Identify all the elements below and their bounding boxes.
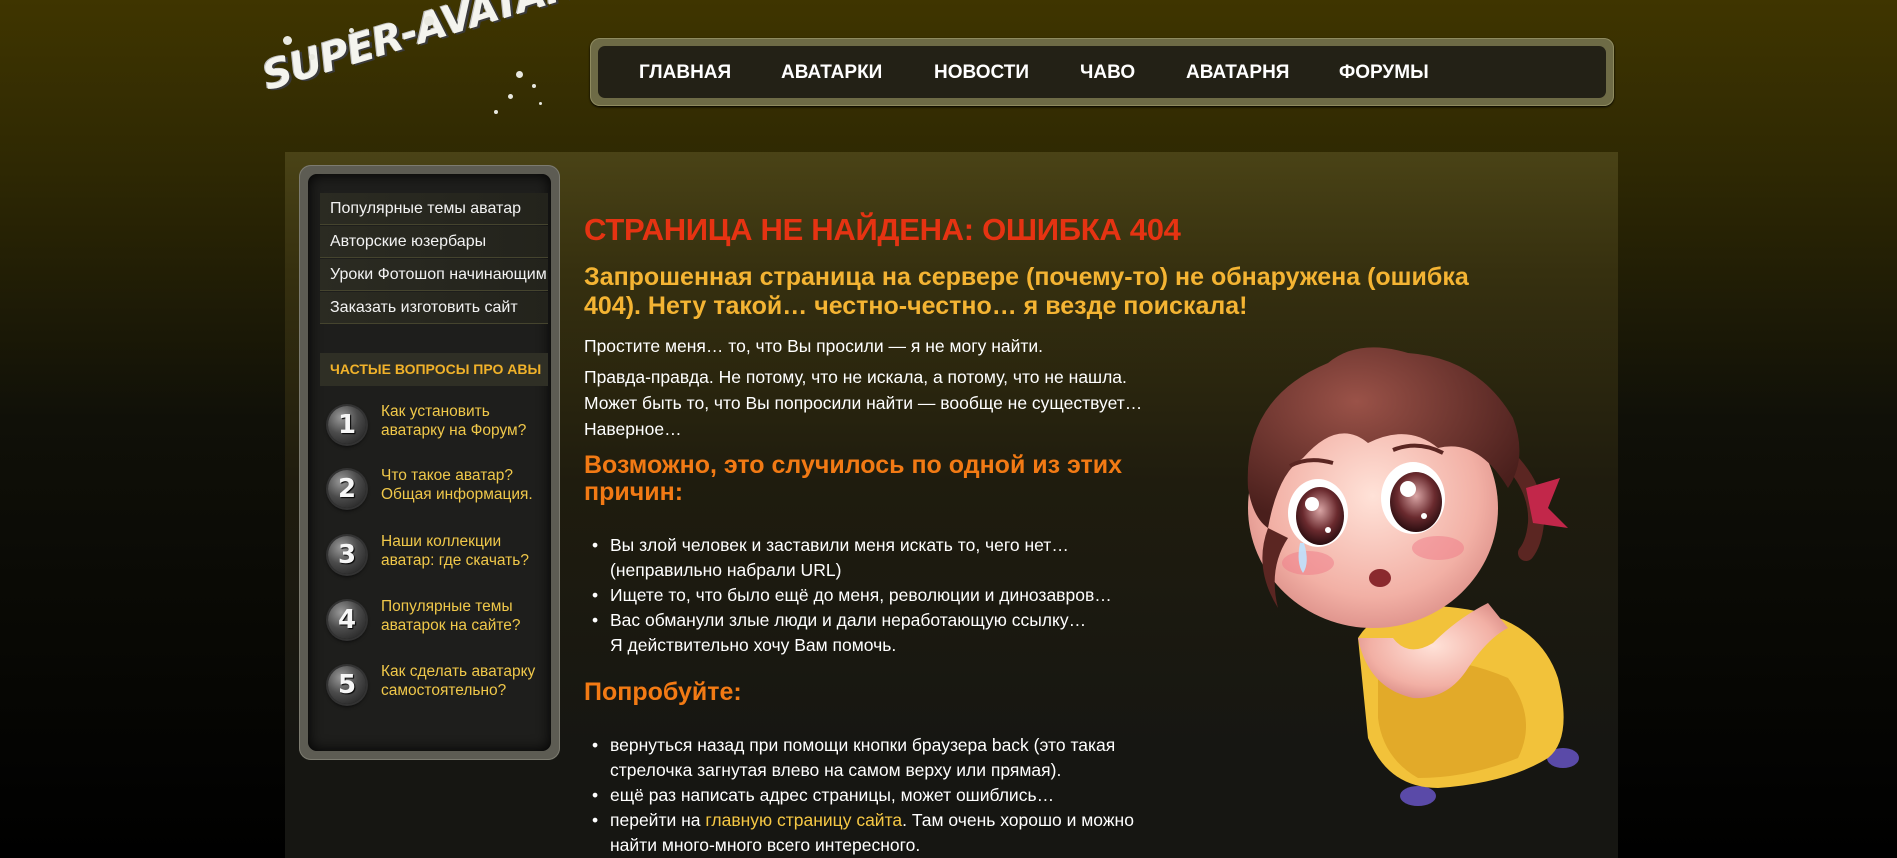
list-item-line: Ищете то, что было ещё до меня, революци… [610,585,1112,605]
list-item-line: вернуться назад при помощи кнопки браузе… [610,735,1116,755]
list-item-line: (неправильно набрали URL) [610,560,842,580]
intro-paragraph: Простите меня… то, что Вы просили — я не… [584,336,1044,356]
list-item-text: перейти на [610,810,706,830]
list-item-line: Я действительно хочу Вам помочь. [610,635,897,655]
faq-item[interactable]: 2 Что такое аватар? Общая информация. [328,466,558,518]
faq-line: Что такое аватар? [381,467,513,484]
faq-line: аватарку на Форум? [381,422,527,439]
paragraph-line: Может быть то, что Вы попросили найти — … [584,393,1143,413]
explanation-paragraph: Правда-правда. Не потому, что не искала,… [584,364,1142,442]
list-item: Вас обманули злые люди и дали неработающ… [584,608,1112,658]
faq-line: аватарок на сайте? [381,617,521,634]
girl-blush [1282,551,1334,575]
number-2-icon: 2 [328,470,366,508]
paragraph-line: Наверное… [584,419,682,439]
faq-line: Как сделать аватарку [381,663,536,680]
crying-girl-illustration [1247,347,1579,806]
faq-line: Как установить [381,403,490,420]
subtitle-line: 404). Нету такой… честно-честно… я везде… [584,292,1248,320]
list-item: ещё раз написать адрес страницы, может о… [584,783,1134,808]
try-list: вернуться назад при помощи кнопки браузе… [584,733,1134,858]
nav-home[interactable]: ГЛАВНАЯ [639,46,731,98]
sidebar-link-photoshop[interactable]: Уроки Фотошоп начинающим [320,259,548,291]
faq-line: аватар: где скачать? [381,552,529,569]
faq-line: Популярные темы [381,598,513,615]
eye-highlight [1325,527,1331,533]
logo-sparkle [516,71,523,78]
heading-line: Возможно, это случилось по одной из этих [584,451,1123,479]
sidebar-link-order-site[interactable]: Заказать изготовить сайт [320,292,548,324]
logo-sparkle [424,16,434,26]
list-item: Ищете то, что было ещё до меня, революци… [584,583,1112,608]
faq-link[interactable]: Наши коллекции аватар: где скачать? [381,532,561,570]
subtitle-line: Запрошенная страница на сервере (почему-… [584,263,1469,291]
faq-link[interactable]: Популярные темы аватарок на сайте? [381,597,561,635]
eye-highlight [1421,513,1427,519]
faq-link[interactable]: Как установить аватарку на Форум? [381,402,561,440]
nav-faq[interactable]: ЧАВО [1080,46,1135,98]
faq-item[interactable]: 1 Как установить аватарку на Форум? [328,402,558,454]
faq-item[interactable]: 3 Наши коллекции аватар: где скачать? [328,532,558,584]
eye-highlight [1305,497,1319,511]
faq-heading: ЧАСТЫЕ ВОПРОСЫ ПРО АВЫ [320,353,548,386]
faq-line: Общая информация. [381,486,533,503]
faq-link[interactable]: Как сделать аватарку самостоятельно? [381,662,561,700]
list-item-line: стрелочка загнутая влево на самом верху … [610,760,1062,780]
paragraph-line: Правда-правда. Не потому, что не искала,… [584,367,1127,387]
faq-line: Наши коллекции [381,533,502,550]
logo-sparkle [494,110,498,114]
nav-forums[interactable]: ФОРУМЫ [1339,46,1429,98]
sidebar-link-popular-themes[interactable]: Популярные темы аватар [320,193,548,225]
faq-item[interactable]: 4 Популярные темы аватарок на сайте? [328,597,558,649]
try-heading: Попробуйте: [584,678,742,706]
faq-item[interactable]: 5 Как сделать аватарку самостоятельно? [328,662,558,714]
list-item-line: Вас обманули злые люди и дали неработающ… [610,610,1087,630]
heading-line: причин: [584,478,684,506]
list-item: Вы злой человек и заставили меня искать … [584,533,1112,583]
site-logo[interactable]: SUPER-AVATARA [257,0,608,130]
logo-sparkle [283,36,292,45]
list-item-line: найти много-много всего интересного. [610,835,921,855]
girl-blush [1412,536,1464,560]
list-item: вернуться назад при помощи кнопки браузе… [584,733,1134,783]
reasons-list: Вы злой человек и заставили меня искать … [584,533,1112,658]
logo-sparkle [532,84,536,88]
reasons-heading: Возможно, это случилось по одной из этих… [584,452,1204,506]
number-5-icon: 5 [328,666,366,704]
sidebar-link-userbars[interactable]: Авторские юзербары [320,226,548,258]
number-1-icon: 1 [328,406,366,444]
number-3-icon: 3 [328,536,366,574]
girl-iris [1296,487,1344,545]
page-title: СТРАНИЦА НЕ НАЙДЕНА: ОШИБКА 404 [584,212,1181,247]
list-item-line: Вы злой человек и заставили меня искать … [610,535,1069,555]
girl-mouth [1369,569,1391,587]
list-item-line: ещё раз написать адрес страницы, может о… [610,785,1055,805]
nav-news[interactable]: НОВОСТИ [934,46,1029,98]
list-item-text: . Там очень хорошо и можно [902,810,1134,830]
logo-text: SUPER-AVATARA [257,0,609,100]
page-subtitle: Запрошенная страница на сервере (почему-… [584,263,1584,321]
top-navigation: ГЛАВНАЯ АВАТАРКИ НОВОСТИ ЧАВО АВАТАРНЯ Ф… [590,38,1614,106]
logo-sparkle [349,28,354,33]
eye-highlight [1400,481,1416,497]
home-page-link[interactable]: главную страницу сайта [705,810,902,830]
logo-sparkle [539,102,542,105]
sidebar-inner: Популярные темы аватар Авторские юзербар… [308,174,551,751]
faq-link[interactable]: Что такое аватар? Общая информация. [381,466,561,504]
list-item: перейти на главную страницу сайта. Там о… [584,808,1134,858]
girl-shoe [1400,786,1436,806]
nav-avatars[interactable]: АВАТАРКИ [781,46,882,98]
sidebar: Популярные темы аватар Авторские юзербар… [299,165,560,760]
number-4-icon: 4 [328,601,366,639]
girl-iris [1390,472,1442,532]
logo-sparkle [309,54,315,60]
nav-avatarnya[interactable]: АВАТАРНЯ [1186,46,1289,98]
faq-line: самостоятельно? [381,682,507,699]
top-navigation-bar: ГЛАВНАЯ АВАТАРКИ НОВОСТИ ЧАВО АВАТАРНЯ Ф… [598,46,1606,98]
logo-sparkle [508,94,513,99]
